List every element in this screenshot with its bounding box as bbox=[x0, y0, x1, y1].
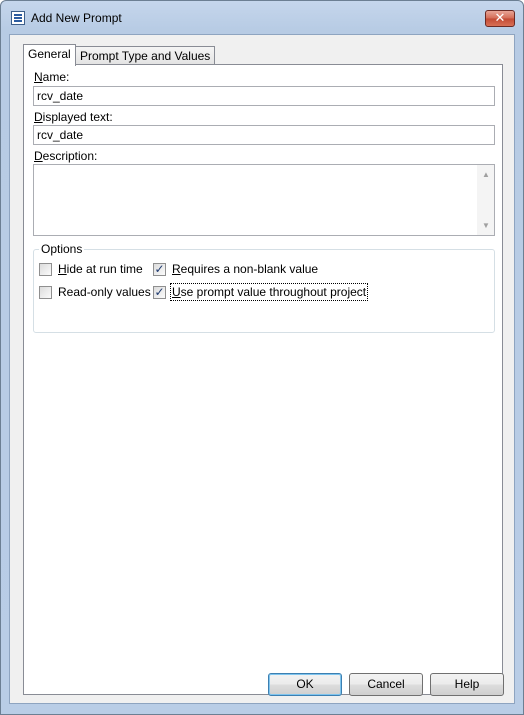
general-tab-panel: Name: rcv_date Displayed text: rcv_date … bbox=[23, 64, 503, 695]
displayed-text-field[interactable]: rcv_date bbox=[33, 125, 495, 145]
use-prompt-value-label[interactable]: Use prompt value throughout project bbox=[169, 283, 369, 301]
requires-non-blank-checkbox[interactable]: ✓ bbox=[153, 263, 166, 276]
close-icon: ✕ bbox=[494, 10, 506, 25]
help-button[interactable]: Help bbox=[430, 673, 504, 696]
cancel-button[interactable]: Cancel bbox=[349, 673, 423, 696]
options-group: Options Hide at run time ✓ Requires a no… bbox=[33, 242, 495, 333]
scroll-up-icon[interactable]: ▲ bbox=[482, 170, 490, 179]
dialog-client-area: General Prompt Type and Values Name: rcv… bbox=[9, 34, 515, 704]
tab-prompt-type-and-values[interactable]: Prompt Type and Values bbox=[75, 46, 216, 66]
ok-button[interactable]: OK bbox=[268, 673, 342, 696]
options-group-title: Options bbox=[39, 242, 85, 256]
use-prompt-value-checkbox[interactable]: ✓ bbox=[153, 286, 166, 299]
name-field[interactable]: rcv_date bbox=[33, 86, 495, 106]
dialog-window: Add New Prompt ✕ General Prompt Type and… bbox=[0, 0, 524, 715]
requires-non-blank-label[interactable]: Requires a non-blank value bbox=[172, 262, 318, 276]
read-only-values-label[interactable]: Read-only values bbox=[58, 285, 151, 299]
window-title: Add New Prompt bbox=[31, 11, 122, 25]
hide-at-run-time-label[interactable]: Hide at run time bbox=[58, 262, 143, 276]
name-label: Name: bbox=[34, 70, 70, 84]
scroll-down-icon[interactable]: ▼ bbox=[482, 221, 490, 230]
description-scrollbar[interactable]: ▲ ▼ bbox=[477, 165, 494, 235]
description-label: Description: bbox=[34, 149, 98, 163]
displayed-text-label: Displayed text: bbox=[34, 110, 113, 124]
close-button[interactable]: ✕ bbox=[485, 10, 515, 27]
title-bar[interactable]: Add New Prompt ✕ bbox=[1, 1, 523, 35]
check-icon: ✓ bbox=[154, 285, 165, 299]
check-icon: ✓ bbox=[154, 262, 165, 276]
hide-at-run-time-checkbox[interactable] bbox=[39, 263, 52, 276]
description-field[interactable]: ▲ ▼ bbox=[33, 164, 495, 236]
read-only-values-checkbox[interactable] bbox=[39, 286, 52, 299]
prompt-list-icon bbox=[11, 11, 25, 25]
tab-general[interactable]: General bbox=[23, 44, 76, 66]
